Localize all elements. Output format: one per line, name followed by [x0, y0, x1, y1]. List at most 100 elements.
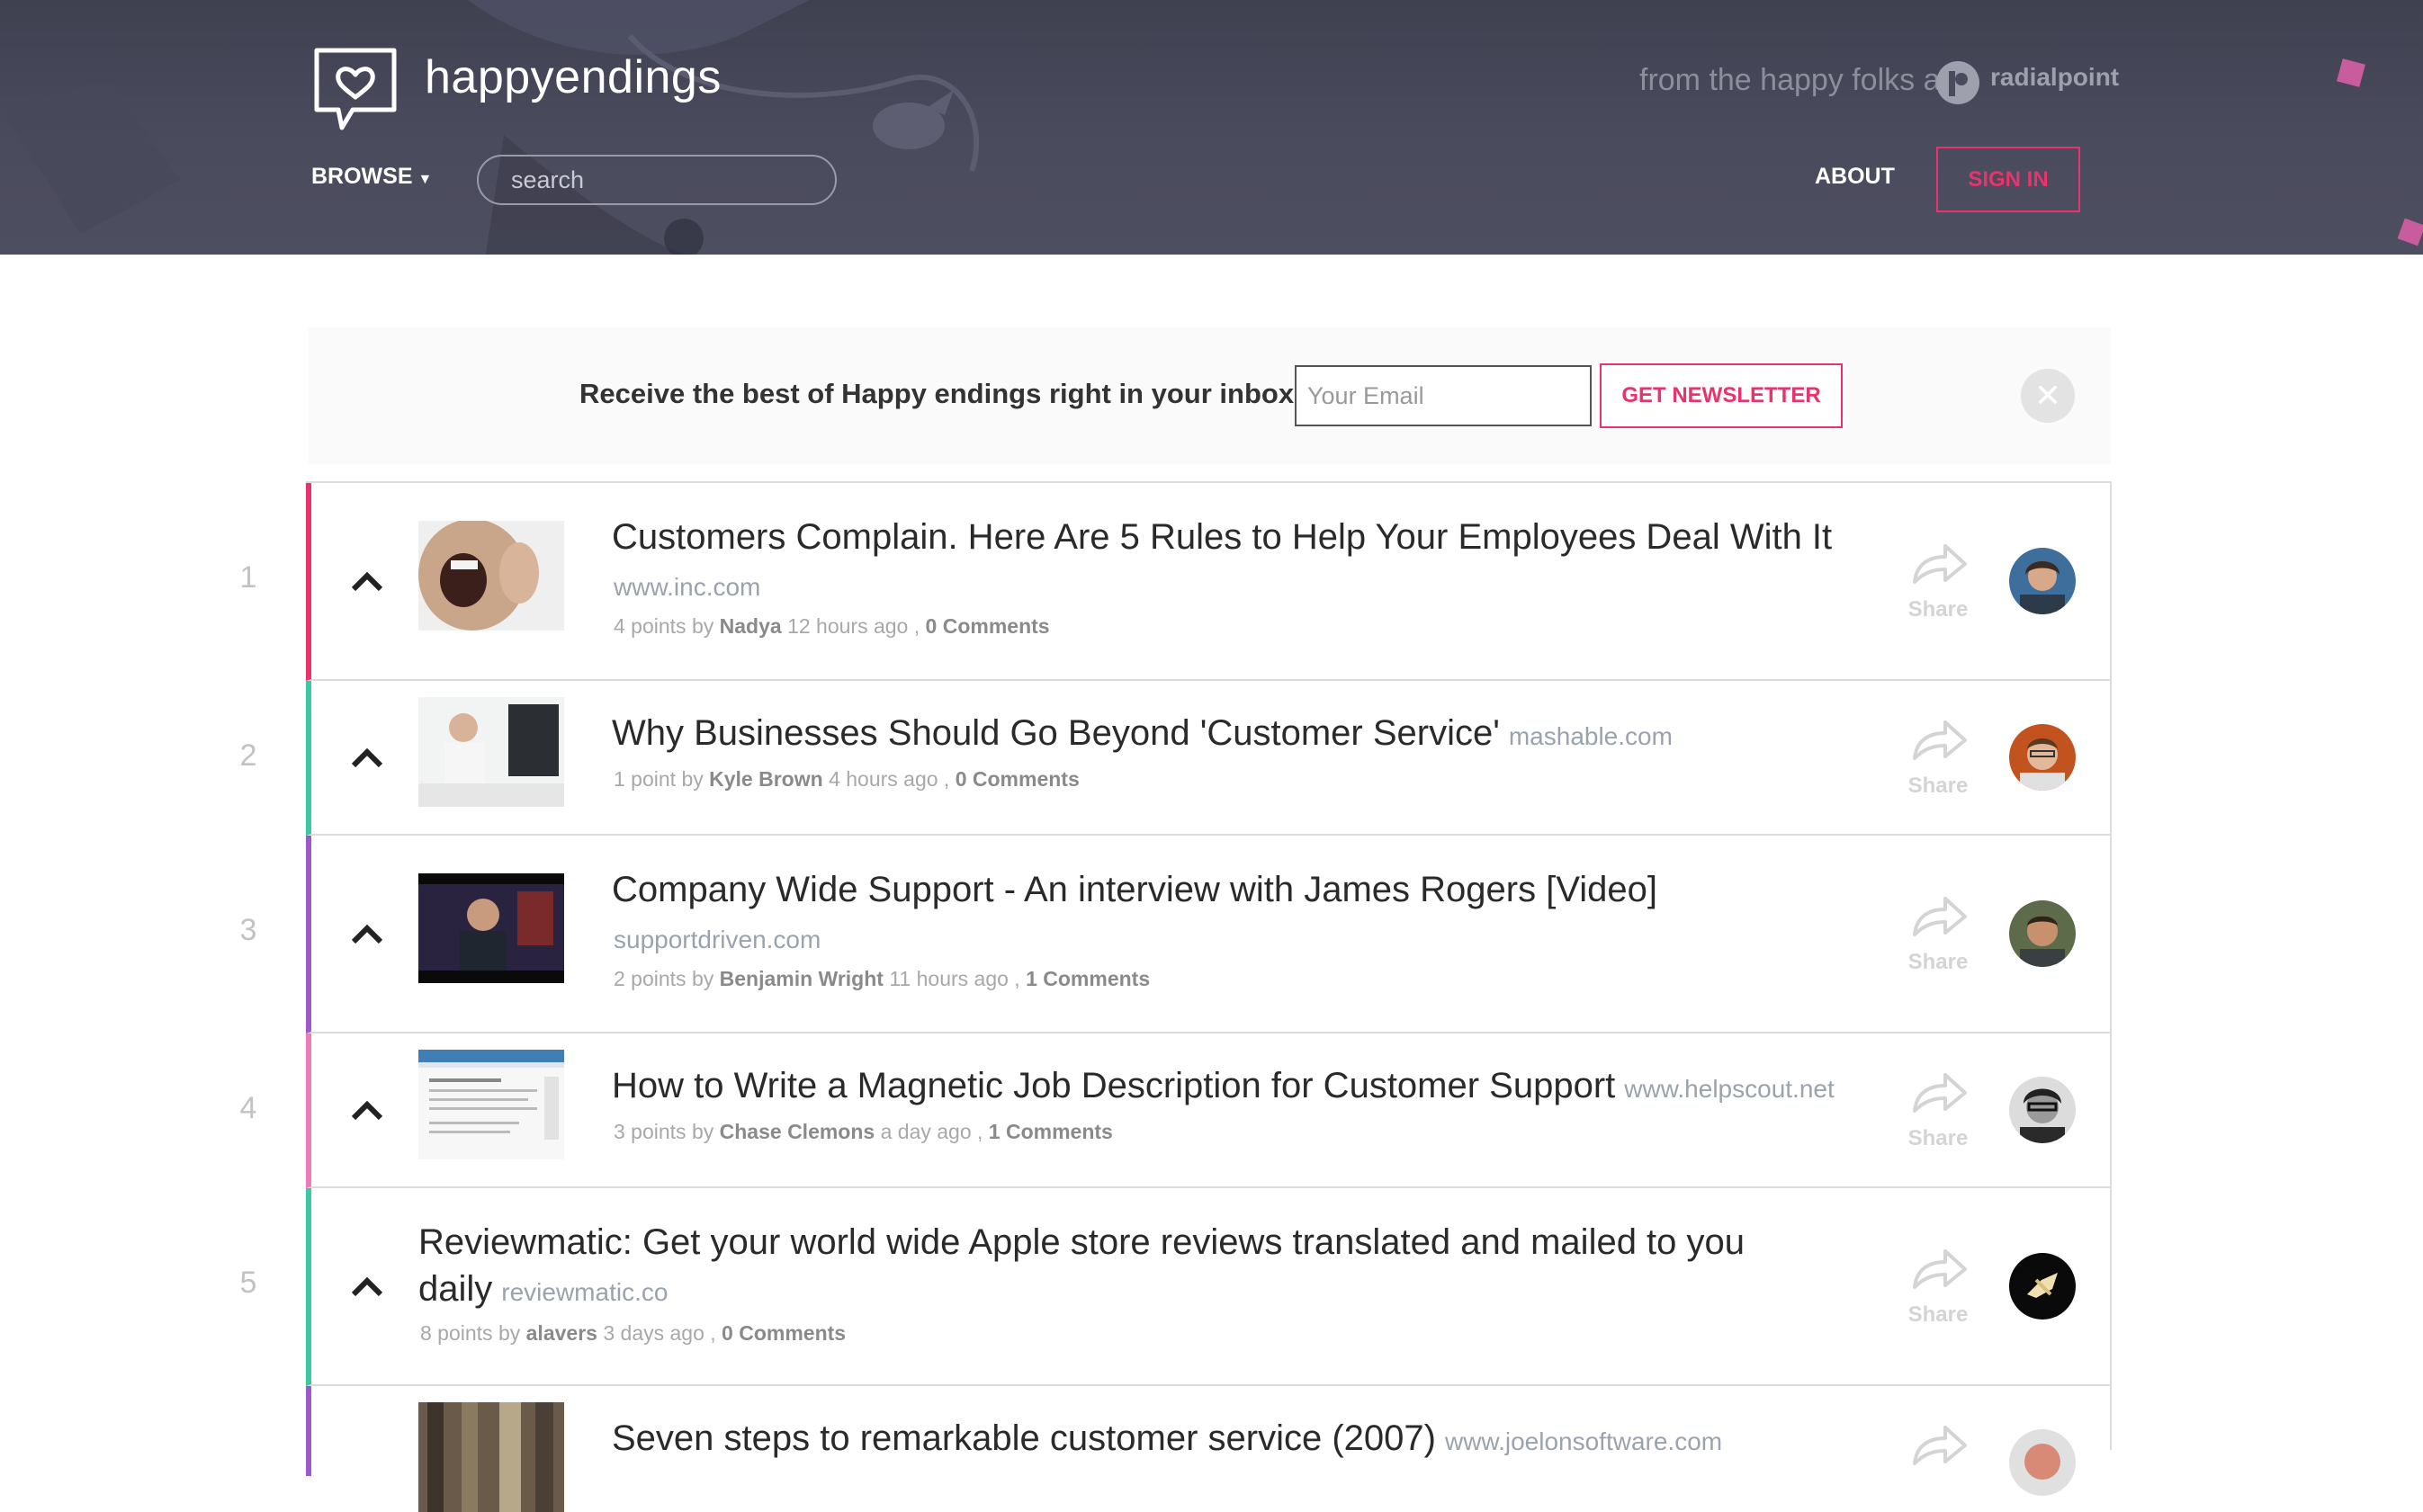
story-meta: 8 points by alavers 3 days ago , 0 Comme… — [420, 1321, 846, 1346]
share-icon — [1913, 1426, 1967, 1465]
newsletter-text: Receive the best of Happy endings right … — [579, 378, 1295, 409]
story-title-line: Seven steps to remarkable customer servi… — [612, 1415, 1722, 1465]
author-avatar[interactable] — [2009, 1077, 2076, 1143]
story-item: 3 Company Wide Support - An interview wi… — [240, 836, 2110, 1033]
author-avatar[interactable] — [2009, 1253, 2076, 1320]
share-icon — [1913, 897, 1967, 936]
story-domain[interactable]: www.helpscout.net — [1624, 1075, 1834, 1103]
story-title-line: daily reviewmatic.co — [418, 1266, 668, 1316]
story-points: 8 points by — [420, 1321, 521, 1345]
browse-menu[interactable]: BROWSE ▼ — [311, 164, 432, 190]
story-item: 4 How to Write a Magnetic Job Descriptio… — [240, 1033, 2110, 1188]
share-icon — [1913, 1249, 1967, 1289]
story-meta: 1 point by Kyle Brown 4 hours ago , 0 Co… — [614, 767, 1080, 792]
upvote-chevron-icon[interactable] — [350, 1275, 384, 1298]
story-comments[interactable]: 1 Comments — [1026, 967, 1150, 990]
share-button[interactable] — [1893, 1418, 1983, 1477]
share-label: Share — [1907, 1126, 1969, 1150]
upvote-chevron-icon[interactable] — [350, 746, 384, 769]
share-button[interactable]: Share — [1893, 1242, 1983, 1328]
share-icon — [1913, 720, 1967, 760]
story-domain[interactable]: reviewmatic.co — [501, 1278, 668, 1306]
share-icon — [1913, 1073, 1967, 1113]
story-comments[interactable]: 1 Comments — [989, 1120, 1113, 1143]
story-meta: 4 points by Nadya 12 hours ago , 0 Comme… — [614, 614, 1050, 639]
thumb-video-interview[interactable] — [418, 873, 564, 983]
author-avatar[interactable] — [2009, 900, 2076, 967]
story-time: 4 hours ago , — [829, 767, 950, 791]
thumb-screaming-man[interactable] — [418, 521, 564, 631]
story-time: 3 days ago , — [603, 1321, 716, 1345]
story-meta: 3 points by Chase Clemons a day ago , 1 … — [614, 1120, 1113, 1144]
story-time: a day ago , — [880, 1120, 983, 1143]
story-title-line: Why Businesses Should Go Beyond 'Custome… — [612, 710, 1673, 760]
newsletter-banner: Receive the best of Happy endings right … — [309, 327, 2111, 464]
story-time: 11 hours ago , — [889, 967, 1020, 990]
story-item: 1 Customers Complain. Here Are 5 Rules t… — [240, 483, 2110, 681]
story-author[interactable]: alavers — [526, 1321, 597, 1345]
thumb-headset-agent[interactable] — [418, 697, 564, 807]
story-points: 2 points by — [614, 967, 714, 990]
share-button[interactable]: Share — [1893, 713, 1983, 799]
get-newsletter-button[interactable]: GET NEWSLETTER — [1600, 363, 1843, 428]
upvote-chevron-icon[interactable] — [350, 1098, 384, 1122]
share-button[interactable]: Share — [1893, 537, 1983, 622]
share-label: Share — [1907, 597, 1969, 622]
story-title[interactable]: Why Businesses Should Go Beyond 'Custome… — [612, 713, 1500, 753]
author-avatar[interactable] — [2009, 1429, 2076, 1496]
story-title-line: How to Write a Magnetic Job Description … — [612, 1062, 1835, 1113]
radialpoint-logo-icon — [1936, 61, 1979, 104]
story-rank: 4 — [239, 1091, 257, 1125]
share-label: Share — [1907, 1302, 1969, 1327]
story-item: 2 Why Businesses Should Go Beyond 'Custo… — [240, 681, 2110, 836]
story-domain[interactable]: www.joelonsoftware.com — [1445, 1427, 1722, 1455]
story-title[interactable]: How to Write a Magnetic Job Description … — [612, 1066, 1615, 1105]
about-link[interactable]: ABOUT — [1815, 164, 1895, 190]
story-title[interactable]: Customers Complain. Here Are 5 Rules to … — [612, 514, 1832, 560]
partner-name: radialpoint — [1990, 63, 2120, 91]
story-time: 12 hours ago , — [787, 614, 920, 638]
story-title-continued[interactable]: daily — [418, 1269, 492, 1309]
share-label: Share — [1907, 950, 1969, 974]
share-button[interactable]: Share — [1893, 890, 1983, 975]
story-rank: 3 — [239, 913, 257, 947]
story-points: 1 point by — [614, 767, 704, 791]
story-author[interactable]: Benjamin Wright — [720, 967, 884, 990]
story-title[interactable]: Company Wide Support - An interview with… — [612, 866, 1657, 913]
share-label: Share — [1907, 774, 1969, 798]
story-comments[interactable]: 0 Comments — [926, 614, 1050, 638]
story-item: 5 Reviewmatic: Get your world wide Apple… — [240, 1188, 2110, 1386]
newsletter-email-input[interactable] — [1295, 365, 1592, 426]
thumb-office[interactable] — [418, 1402, 564, 1512]
brand-name[interactable]: happyendings — [425, 50, 722, 104]
story-comments[interactable]: 0 Comments — [956, 767, 1080, 791]
story-author[interactable]: Kyle Brown — [709, 767, 823, 791]
search-input[interactable] — [477, 155, 837, 205]
author-avatar[interactable] — [2009, 548, 2076, 614]
story-item: Seven steps to remarkable customer servi… — [306, 1386, 2110, 1512]
story-rank: 2 — [239, 738, 257, 773]
story-author[interactable]: Chase Clemons — [720, 1120, 875, 1143]
story-points: 4 points by — [614, 614, 714, 638]
signin-button[interactable]: SIGN IN — [1936, 147, 2080, 212]
story-title[interactable]: Reviewmatic: Get your world wide Apple s… — [418, 1219, 1745, 1266]
story-domain[interactable]: www.inc.com — [614, 573, 760, 602]
thumb-screenshot[interactable] — [418, 1050, 564, 1159]
story-comments[interactable]: 0 Comments — [722, 1321, 846, 1345]
upvote-chevron-icon[interactable] — [350, 569, 384, 593]
story-rank: 1 — [239, 560, 257, 595]
close-icon[interactable]: ✕ — [2021, 369, 2075, 423]
story-meta: 2 points by Benjamin Wright 11 hours ago… — [614, 967, 1150, 991]
site-header: happyendings from the happy folks at rad… — [0, 0, 2423, 255]
story-points: 3 points by — [614, 1120, 714, 1143]
happyendings-logo-icon[interactable] — [311, 47, 399, 133]
story-domain[interactable]: supportdriven.com — [614, 926, 821, 954]
story-domain[interactable]: mashable.com — [1509, 722, 1673, 750]
browse-label: BROWSE — [311, 164, 413, 189]
upvote-chevron-icon[interactable] — [350, 922, 384, 945]
share-button[interactable]: Share — [1893, 1066, 1983, 1151]
story-title[interactable]: Seven steps to remarkable customer servi… — [612, 1418, 1436, 1458]
partner-tagline: from the happy folks at — [1639, 63, 1949, 97]
story-author[interactable]: Nadya — [720, 614, 782, 638]
author-avatar[interactable] — [2009, 724, 2076, 791]
